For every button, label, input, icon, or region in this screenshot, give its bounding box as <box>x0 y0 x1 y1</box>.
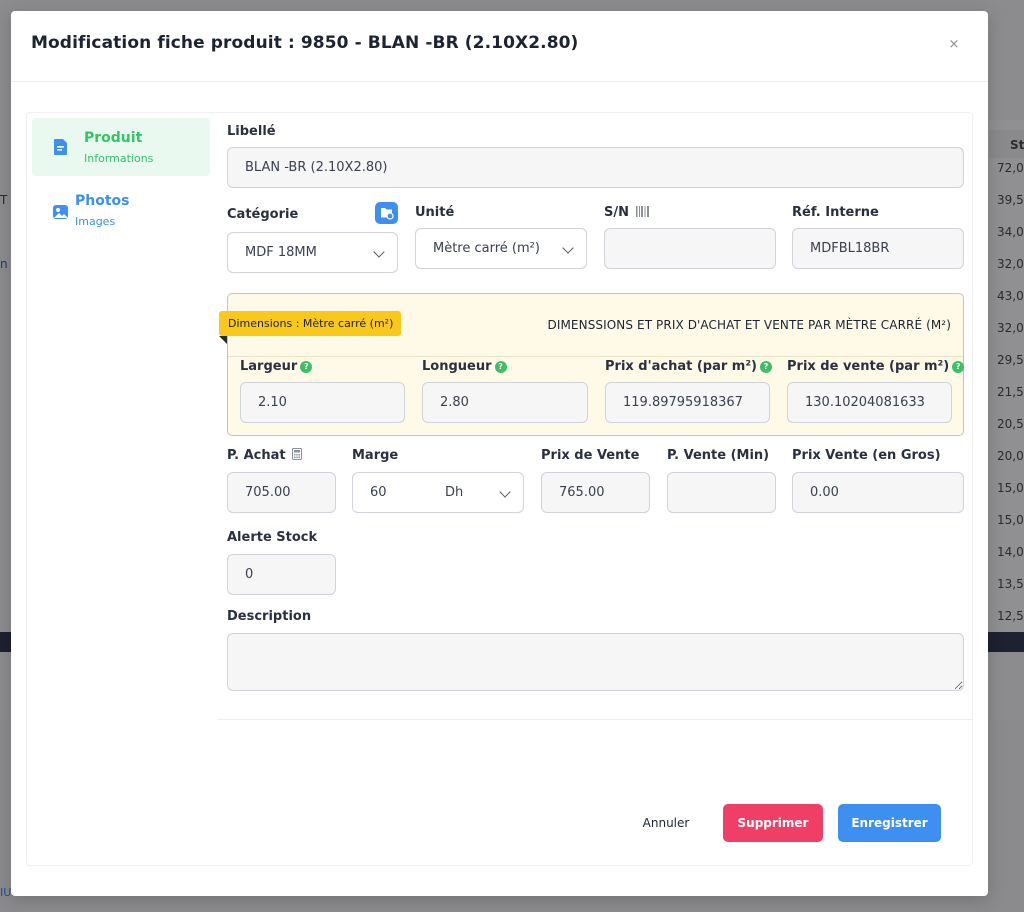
sidebar-item-sublabel: Informations <box>84 152 154 165</box>
libelle-label: Libellé <box>227 124 276 139</box>
document-icon <box>54 139 67 155</box>
ref-interne-input[interactable]: MDFBL18BR <box>792 228 964 269</box>
dimensions-divider <box>228 356 963 357</box>
alerte-stock-input[interactable]: 0 <box>227 554 336 595</box>
help-icon[interactable]: ? <box>494 361 507 373</box>
prix-achat-m2-input[interactable]: 119.89795918367 <box>605 382 770 423</box>
sidebar-item-label: Photos <box>75 193 130 209</box>
close-icon[interactable]: × <box>946 37 962 53</box>
background-cell: 34,0 <box>997 225 1024 239</box>
modal-body: Produit Informations Photos Images Libel… <box>26 112 973 866</box>
background-cell: 20,0 <box>997 449 1024 463</box>
background-cell: 29,5 <box>997 353 1024 367</box>
unite-label: Unité <box>415 205 455 220</box>
image-icon <box>53 205 68 219</box>
p-achat-input[interactable]: 705.00 <box>227 472 336 513</box>
prix-vente-label: Prix de Vente <box>541 448 640 463</box>
chevron-down-icon <box>562 242 574 254</box>
alerte-stock-label: Alerte Stock <box>227 530 318 545</box>
prix-vente-gros-label: Prix Vente (en Gros) <box>792 448 941 463</box>
background-left-mark: n <box>0 257 8 271</box>
longueur-label: Longueur? <box>422 359 507 374</box>
chevron-down-icon <box>499 486 511 498</box>
background-left-mark: T <box>0 193 8 207</box>
dimensions-unit-badge: Dimensions : Mètre carré (m²) <box>219 311 401 336</box>
description-label: Description <box>227 609 312 624</box>
background-cell: 13,5 <box>997 577 1024 591</box>
description-textarea[interactable] <box>227 633 964 691</box>
modal-title: Modification fiche produit : 9850 - BLAN… <box>31 33 579 53</box>
delete-button[interactable]: Supprimer <box>723 804 823 842</box>
marge-label: Marge <box>352 448 399 463</box>
background-cell: 43,0 <box>997 289 1024 303</box>
prix-vente-m2-label: Prix de vente (par m²)? <box>787 359 965 374</box>
folder-plus-icon <box>381 208 394 220</box>
sn-label: S/N <box>604 205 650 220</box>
footer-divider <box>217 719 973 720</box>
unite-select[interactable]: Mètre carré (m²) <box>415 228 587 269</box>
p-achat-label: P. Achat <box>227 448 303 463</box>
add-category-button[interactable] <box>375 202 398 224</box>
prix-achat-m2-label-text: Prix d'achat (par m²) <box>605 359 757 374</box>
largeur-label: Largeur? <box>240 359 313 374</box>
sidebar-item-sublabel: Images <box>75 215 116 228</box>
edit-product-modal: Modification fiche produit : 9850 - BLAN… <box>11 11 988 896</box>
ribbon-fold <box>219 336 227 344</box>
modal-header: Modification fiche produit : 9850 - BLAN… <box>11 11 988 82</box>
background-cell: 14,0 <box>997 545 1024 559</box>
p-vente-min-label: P. Vente (Min) <box>667 448 770 463</box>
background-cell: 15,0 <box>997 513 1024 527</box>
cancel-button[interactable]: Annuler <box>627 804 705 842</box>
help-icon[interactable]: ? <box>952 361 965 373</box>
marge-unit-value: Dh <box>445 485 464 500</box>
background-header-text: Sto <box>1010 138 1024 152</box>
background-cell: 15,0 <box>997 481 1024 495</box>
prix-vente-input[interactable]: 765.00 <box>541 472 650 513</box>
background-cell: 21,5 <box>997 385 1024 399</box>
background-cell: 32,0 <box>997 321 1024 335</box>
unite-value: Mètre carré (m²) <box>433 241 540 256</box>
background-cell: 39,5 <box>997 193 1024 207</box>
categorie-label: Catégorie <box>227 207 299 222</box>
background-cell: 72,0 <box>997 161 1024 175</box>
background-cell: 32,0 <box>997 257 1024 271</box>
barcode-icon <box>635 206 649 217</box>
largeur-input[interactable]: 2.10 <box>240 382 405 423</box>
categorie-select[interactable]: MDF 18MM <box>227 232 398 273</box>
dimensions-title: DIMENSSIONS ET PRIX D'ACHAT ET VENTE PAR… <box>547 318 951 332</box>
p-achat-label-text: P. Achat <box>227 448 286 463</box>
chevron-down-icon <box>373 246 385 258</box>
prix-vente-m2-label-text: Prix de vente (par m²) <box>787 359 950 374</box>
longueur-label-text: Longueur <box>422 359 492 374</box>
save-button[interactable]: Enregistrer <box>838 804 941 842</box>
sidebar-item-produit[interactable]: Produit Informations <box>32 118 210 176</box>
prix-vente-m2-input[interactable]: 130.10204081633 <box>787 382 952 423</box>
libelle-input[interactable]: BLAN -BR (2.10X2.80) <box>227 147 964 188</box>
calculator-icon <box>292 448 303 460</box>
prix-achat-m2-label: Prix d'achat (par m²)? <box>605 359 772 374</box>
prix-vente-gros-input[interactable]: 0.00 <box>792 472 964 513</box>
help-icon[interactable]: ? <box>300 361 313 373</box>
p-vente-min-input[interactable] <box>667 472 776 513</box>
sidebar-item-photos[interactable]: Photos Images <box>32 181 210 239</box>
largeur-label-text: Largeur <box>240 359 298 374</box>
longueur-input[interactable]: 2.80 <box>422 382 588 423</box>
sidebar-item-label: Produit <box>84 130 143 146</box>
ref-interne-label: Réf. Interne <box>792 205 879 220</box>
sn-label-text: S/N <box>604 205 629 220</box>
sn-input[interactable] <box>604 228 776 269</box>
marge-unit-select[interactable]: Dh <box>427 472 524 513</box>
help-icon[interactable]: ? <box>759 361 772 373</box>
background-cell: 12,5 <box>997 609 1024 623</box>
categorie-value: MDF 18MM <box>245 245 317 260</box>
marge-input[interactable]: 60 <box>352 472 428 513</box>
background-cell: 20,5 <box>997 417 1024 431</box>
